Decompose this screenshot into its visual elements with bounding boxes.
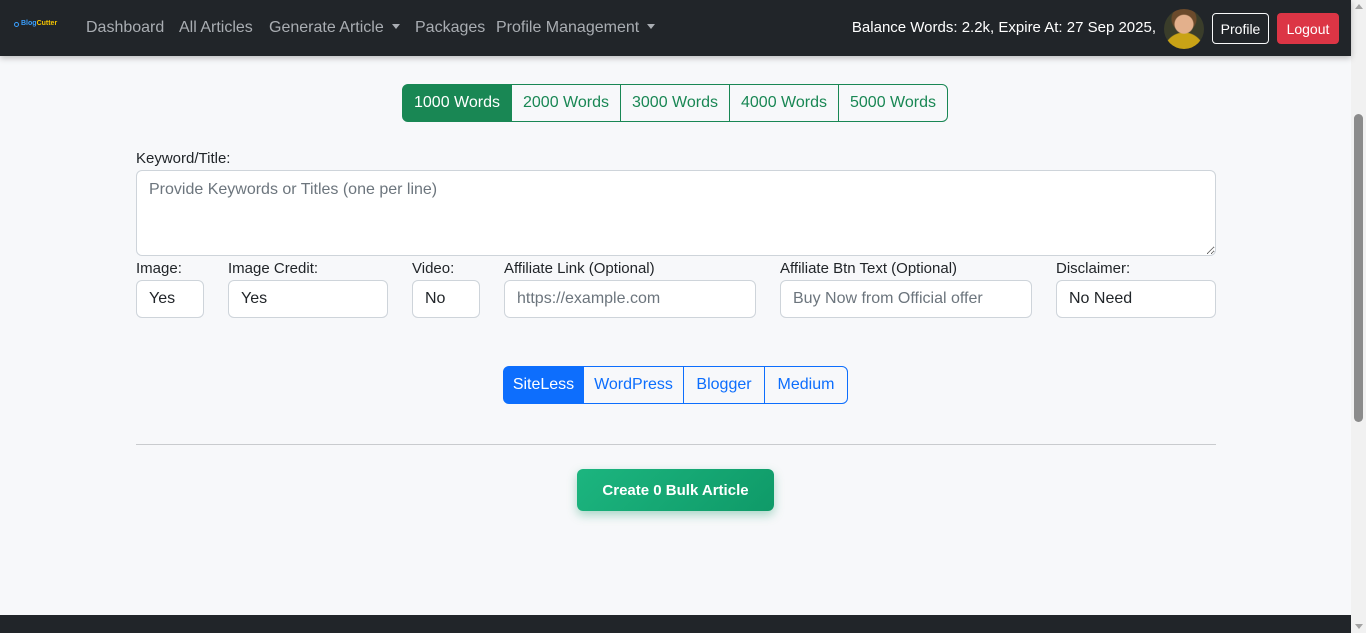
- scroll-up-arrow-icon[interactable]: [1355, 4, 1363, 9]
- video-select-value: No: [425, 290, 446, 307]
- word-count-5000[interactable]: 5000 Words: [838, 84, 948, 122]
- brand-mark-icon: [14, 21, 19, 27]
- nav-packages[interactable]: Packages: [415, 18, 485, 38]
- footer: [0, 615, 1351, 633]
- image-credit-select[interactable]: Yes: [228, 280, 388, 318]
- affiliate-link-input[interactable]: [504, 280, 756, 318]
- disclaimer-select-value: No Need: [1069, 290, 1133, 307]
- profile-button[interactable]: Profile: [1212, 13, 1269, 44]
- nav-profile-management[interactable]: Profile Management: [496, 18, 656, 38]
- image-credit-select-value: Yes: [241, 290, 268, 307]
- caret-down-icon: [647, 24, 656, 30]
- platform-blogger[interactable]: Blogger: [683, 366, 765, 404]
- image-label: Image:: [136, 260, 182, 277]
- affiliate-btn-text-label: Affiliate Btn Text (Optional): [780, 260, 958, 277]
- disclaimer-label: Disclaimer:: [1056, 260, 1131, 277]
- image-credit-label: Image Credit:: [228, 260, 319, 277]
- platform-medium[interactable]: Medium: [764, 366, 848, 404]
- brand-name-part1: Blog: [21, 20, 37, 27]
- caret-down-icon: [391, 24, 400, 30]
- nav-profile-management-label: Profile Management: [496, 19, 640, 36]
- create-bulk-article-button[interactable]: Create 0 Bulk Article: [577, 469, 774, 511]
- video-select[interactable]: No: [412, 280, 480, 318]
- platform-selector: SiteLess WordPress Blogger Medium: [503, 366, 848, 404]
- brand-name-part2: Cutter: [36, 20, 58, 27]
- brand-logo[interactable]: BlogCutter: [14, 20, 64, 36]
- nav-generate-article[interactable]: Generate Article: [269, 18, 400, 38]
- page-scrollbar[interactable]: [1351, 0, 1366, 633]
- balance-info: Balance Words: 2.2k, Expire At: 27 Sep 2…: [851, 19, 1156, 36]
- image-select[interactable]: Yes: [136, 280, 204, 318]
- word-count-1000[interactable]: 1000 Words: [402, 84, 512, 122]
- top-navbar: BlogCutter Dashboard All Articles Genera…: [0, 0, 1351, 56]
- logout-button[interactable]: Logout: [1277, 13, 1339, 44]
- disclaimer-select[interactable]: No Need: [1056, 280, 1216, 318]
- image-select-value: Yes: [149, 290, 176, 307]
- word-count-2000[interactable]: 2000 Words: [511, 84, 621, 122]
- user-avatar[interactable]: [1164, 9, 1204, 49]
- word-count-4000[interactable]: 4000 Words: [729, 84, 839, 122]
- nav-generate-article-label: Generate Article: [269, 19, 384, 36]
- video-label: Video:: [412, 260, 455, 277]
- section-divider: [136, 444, 1216, 445]
- platform-siteless[interactable]: SiteLess: [503, 366, 584, 404]
- scroll-thumb[interactable]: [1354, 114, 1363, 422]
- keyword-textarea[interactable]: [136, 170, 1216, 256]
- nav-all-articles[interactable]: All Articles: [179, 18, 253, 38]
- affiliate-btn-text-input[interactable]: [780, 280, 1032, 318]
- keyword-label: Keyword/Title:: [136, 150, 231, 167]
- word-count-3000[interactable]: 3000 Words: [620, 84, 730, 122]
- scroll-down-arrow-icon[interactable]: [1355, 624, 1363, 629]
- word-count-selector: 1000 Words 2000 Words 3000 Words 4000 Wo…: [402, 84, 948, 122]
- affiliate-link-label: Affiliate Link (Optional): [504, 260, 655, 277]
- nav-dashboard[interactable]: Dashboard: [86, 18, 164, 38]
- platform-wordpress[interactable]: WordPress: [583, 366, 684, 404]
